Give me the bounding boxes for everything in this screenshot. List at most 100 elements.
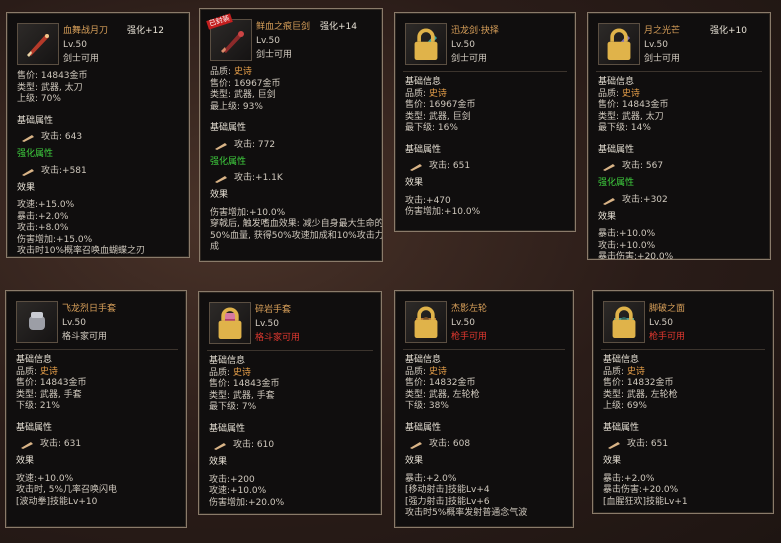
attack-icon (608, 442, 620, 449)
effect-line: 穿戟后, 触发嗜血效果: 减少自身最大生命的 (210, 219, 383, 229)
item-level: Lv.50 (644, 40, 668, 50)
base-attack: 攻击: 610 (233, 440, 275, 451)
attack-icon (215, 142, 227, 150)
item-name: 碎岩手套 (255, 305, 292, 315)
effect-line: [血腥狂欢]技能Lv+1 (603, 496, 688, 507)
effect-line: 成 (210, 242, 220, 252)
attack-icon (22, 135, 34, 142)
effect-line: 伤害增加:+10.0% (210, 207, 286, 218)
divider (403, 71, 567, 72)
base-stats-title: 基础属性 (405, 422, 442, 433)
item-name: 月之光芒 (644, 26, 681, 36)
item-type: 类型: 武器, 手套 (16, 389, 82, 400)
base-attack: 攻击: 643 (41, 132, 83, 143)
item-icon-frame[interactable] (16, 301, 58, 343)
base-attack: 攻击: 608 (429, 439, 471, 450)
item-level: Lv.50 (255, 319, 279, 329)
grade: 最上级: 93% (210, 101, 263, 112)
item-icon-frame[interactable]: 已封装 (206, 13, 252, 61)
greatsword-icon (221, 31, 244, 53)
price: 售价: 16967金币 (405, 100, 476, 110)
base-stats-title: 基础属性 (17, 115, 54, 126)
item-type: 类型: 武器, 手套 (209, 390, 275, 401)
quality-label: 品质: (598, 88, 620, 99)
enhance-attack: 攻击:+1.1K (234, 173, 283, 184)
effect-line: 伤害增加:+10.0% (405, 207, 481, 217)
item-icon-frame[interactable] (209, 302, 251, 344)
item-type: 类型: 武器, 左轮枪 (405, 389, 480, 400)
price: 售价: 14843金币 (209, 379, 280, 389)
base-attack: 攻击: 651 (627, 439, 669, 450)
class-restriction: 剑士可用 (63, 54, 100, 64)
item-icon-frame[interactable] (598, 23, 640, 65)
effects-title: 效果 (17, 182, 36, 193)
price: 售价: 16967金币 (210, 78, 281, 89)
effect-line: 攻击:+470 (405, 195, 451, 206)
divider (601, 349, 765, 350)
effects-title: 效果 (603, 456, 622, 466)
effect-line: 攻击时10%概率召唤血蝴蝶之刃 (17, 246, 146, 256)
effects-title: 效果 (598, 211, 617, 222)
effect-line: 暴击:+10.0% (598, 229, 656, 239)
item-tooltip-blood-moon-blade: 血舞战月刀 强化+12 Lv.50 剑士可用 售价: 14843金币 类型: 武… (6, 12, 190, 258)
base-attack: 攻击: 567 (622, 161, 664, 172)
item-tooltip-flying-dragon-gloves: 飞龙烈日手套 Lv.50 格斗家可用 基础信息 品质: 史诗 售价: 14843… (5, 290, 187, 528)
class-restriction: 枪手可用 (451, 332, 488, 342)
item-level: Lv.50 (256, 36, 280, 46)
lock-icon (612, 306, 636, 338)
item-details: 基础信息 品质: 史诗 售价: 14843金币 类型: 武器, 手套 下级: 2… (16, 355, 180, 508)
attack-icon (214, 443, 226, 450)
blade-icon (27, 34, 49, 57)
item-icon-frame[interactable] (603, 301, 645, 343)
class-restriction: 格斗家可用 (255, 333, 301, 343)
item-name: 飞龙烈日手套 (62, 304, 117, 314)
gauntlet-icon (29, 312, 45, 330)
divider (207, 350, 373, 351)
price: 售价: 14843金币 (17, 71, 88, 81)
effect-line: [移动射击]技能Lv+4 (405, 485, 490, 495)
attack-icon (410, 164, 422, 171)
attack-icon (410, 442, 422, 449)
effect-line: 伤害增加:+15.0% (17, 234, 93, 245)
effects-title: 效果 (209, 457, 228, 467)
enhance-stats-title: 强化属性 (598, 178, 635, 188)
grade: 上级: 70% (17, 94, 61, 104)
item-details: 基础信息 品质: 史诗 售价: 14832金币 类型: 武器, 左轮枪 下级: … (405, 355, 567, 520)
item-tooltip-rockbreaker-gloves: 碎岩手套 Lv.50 格斗家可用 基础信息 品质: 史诗 售价: 14843金币… (198, 291, 382, 515)
divider (14, 349, 178, 350)
base-attack: 攻击: 631 (40, 439, 82, 450)
effect-line: 攻速:+15.0% (17, 200, 75, 210)
price: 售价: 14843金币 (598, 100, 669, 110)
base-stats-title: 基础属性 (405, 144, 442, 155)
basic-info-title: 基础信息 (209, 356, 246, 366)
item-type: 类型: 武器, 左轮枪 (603, 389, 678, 400)
effect-line: 攻击:+10.0% (598, 240, 656, 251)
price: 售价: 14832金币 (405, 378, 476, 388)
quality-value: 史诗 (232, 367, 251, 378)
item-tooltip-blood-greatsword: 已封装 鲜血之痕巨剑 强化+14 Lv.50 剑士可用 品质: 史诗 售价: 1… (199, 8, 383, 262)
effect-line: 暴击:+2.0% (405, 473, 457, 484)
item-tooltip-moonlight: 月之光芒 强化+10 Lv.50 剑士可用 基础信息 品质: 史诗 售价: 14… (587, 12, 771, 260)
effects-title: 效果 (405, 456, 424, 466)
item-icon-frame[interactable] (405, 23, 447, 65)
quality-value: 史诗 (39, 366, 58, 377)
quality-value: 史诗 (621, 88, 640, 99)
divider (403, 349, 565, 350)
effect-line: 暴击伤害:+20.0% (603, 485, 679, 495)
item-details: 基础信息 品质: 史诗 售价: 16967金币 类型: 武器, 巨剑 最下级: … (405, 77, 569, 219)
price: 售价: 14843金币 (16, 378, 87, 388)
class-restriction: 剑士可用 (451, 54, 488, 64)
grade: 下级: 38% (405, 401, 449, 411)
grade: 上级: 69% (603, 401, 647, 411)
item-icon-frame[interactable] (405, 301, 447, 343)
grade: 下级: 21% (16, 401, 60, 411)
class-restriction: 剑士可用 (644, 54, 681, 64)
effect-line: 攻击:+8.0% (17, 223, 69, 233)
base-attack: 攻击: 651 (429, 161, 471, 172)
quality-label: 品质: (405, 366, 427, 377)
enhance-attack: 攻击:+581 (41, 165, 87, 176)
enhance-attack: 攻击:+302 (622, 194, 668, 205)
item-icon-frame[interactable] (17, 23, 59, 65)
effect-line: 攻击:+200 (209, 474, 255, 485)
base-stats-title: 基础属性 (603, 422, 640, 433)
